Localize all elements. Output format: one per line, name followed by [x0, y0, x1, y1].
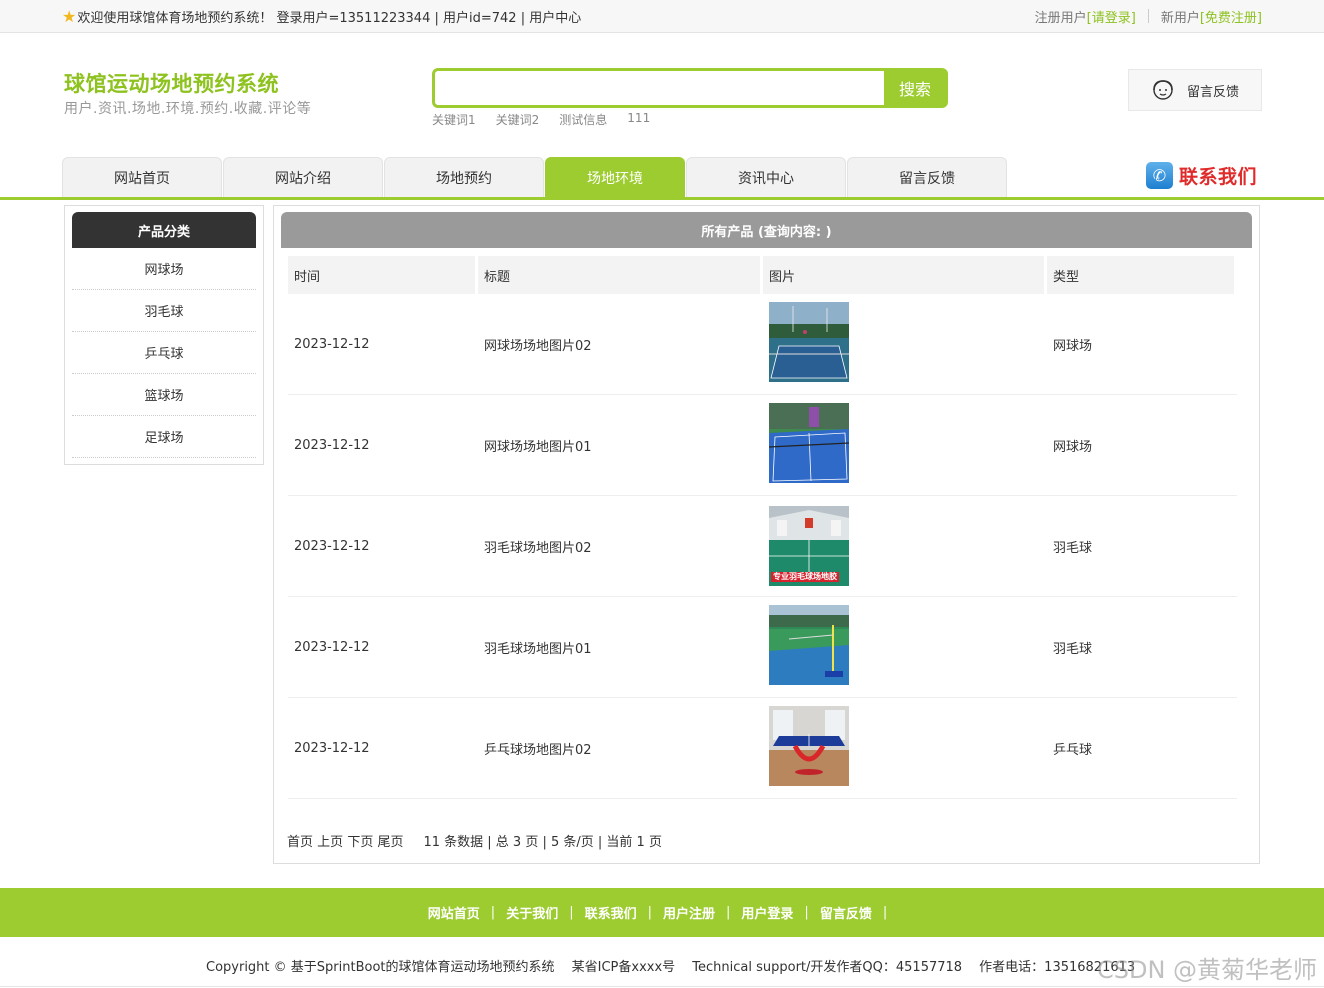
row-title-link[interactable]: 网球场场地图片01 [478, 436, 760, 455]
search-button[interactable]: 搜索 [884, 70, 946, 106]
row-title-link[interactable]: 网球场场地图片02 [478, 335, 760, 354]
sidebar-item-tennis[interactable]: 网球场 [72, 248, 256, 290]
footer-link-home[interactable]: 网站首页 [428, 903, 480, 922]
column-header-time: 时间 [288, 256, 475, 294]
watermark: CSDN @黄菊华老师 [1097, 956, 1318, 984]
nav-tab-about[interactable]: 网站介绍 [223, 157, 383, 197]
main-nav: 网站首页 网站介绍 场地预约 场地环境 资讯中心 留言反馈 [62, 157, 1008, 197]
login-link[interactable]: [请登录] [1087, 7, 1136, 26]
sidebar-item-badminton[interactable]: 羽毛球 [72, 290, 256, 332]
feedback-label: 留言反馈 [1187, 84, 1240, 100]
phone-icon: ✆ [1146, 162, 1173, 189]
row-time: 2023-12-12 [294, 740, 370, 756]
panel-title: 所有产品 (查询内容: ) [281, 212, 1252, 248]
customer-service-icon [1153, 80, 1173, 100]
search-box: 搜索 [432, 68, 948, 108]
footer-link-about[interactable]: 关于我们 [506, 903, 558, 922]
badminton-outdoor-image[interactable] [769, 605, 849, 685]
keyword-link[interactable]: 关键词2 [496, 111, 540, 128]
table-row: 2023-12-12 羽毛球场地图片02 专业羽毛球场地胶 羽毛球 [288, 496, 1237, 597]
row-type: 羽毛球 [1053, 540, 1093, 556]
badminton-hall-image[interactable]: 专业羽毛球场地胶 [769, 506, 849, 586]
footer-link-register[interactable]: 用户注册 [663, 903, 715, 922]
hot-keywords: 关键词1 关键词2 测试信息 111 [432, 111, 650, 128]
column-header-type: 类型 [1047, 256, 1234, 294]
footer-nav: 网站首页 | 关于我们 | 联系我们 | 用户注册 | 用户登录 | 留言反馈 | [0, 888, 1324, 937]
table-header: 时间 标题 图片 类型 [288, 256, 1237, 294]
row-title-link[interactable]: 羽毛球场地图片02 [478, 537, 760, 556]
tennis-court-night-image[interactable] [769, 302, 849, 382]
row-type: 乒乓球 [1053, 742, 1093, 758]
image-caption: 专业羽毛球场地胶 [771, 572, 839, 582]
row-title-link[interactable]: 乒乓球场地图片02 [478, 739, 760, 758]
row-time: 2023-12-12 [294, 336, 370, 352]
nav-tab-news[interactable]: 资讯中心 [686, 157, 846, 197]
contact-us-label: 联系我们 [1179, 166, 1258, 188]
table-row: 2023-12-12 羽毛球场地图片01 羽毛球 [288, 597, 1237, 698]
product-panel: 所有产品 (查询内容: ) 时间 标题 图片 类型 2023-12-12 网球场… [273, 205, 1260, 864]
sidebar-item-basketball[interactable]: 篮球场 [72, 374, 256, 416]
welcome-area: ★ 欢迎使用球馆体育场地预约系统！ 登录用户=13511223344 | 用户i… [62, 7, 581, 26]
row-type: 网球场 [1053, 439, 1093, 455]
footer-link-feedback[interactable]: 留言反馈 [820, 903, 872, 922]
next-page-link[interactable]: 下页 [347, 835, 373, 850]
register-link[interactable]: [免费注册] [1200, 7, 1262, 26]
keyword-link[interactable]: 111 [627, 111, 650, 128]
divider [1147, 9, 1149, 23]
nav-underline [0, 197, 1324, 200]
feedback-button[interactable]: 留言反馈 [1128, 69, 1262, 111]
row-type: 羽毛球 [1053, 641, 1093, 657]
row-time: 2023-12-12 [294, 437, 370, 453]
keyword-link[interactable]: 测试信息 [559, 111, 607, 128]
pagination: 首页 上页 下页 尾页 11 条数据 | 总 3 页 | 5 条/页 | 当前 … [287, 831, 662, 850]
search-input[interactable] [435, 71, 887, 105]
table-row: 2023-12-12 乒乓球场地图片02 乒乓球 [288, 698, 1237, 799]
nav-tab-feedback[interactable]: 留言反馈 [847, 157, 1007, 197]
row-title-link[interactable]: 羽毛球场地图片01 [478, 638, 760, 657]
column-header-image: 图片 [763, 256, 1044, 294]
contact-us-link[interactable]: ✆ 联系我们 [1146, 162, 1257, 189]
reg-user-label: 注册用户 [1034, 11, 1087, 26]
site-title[interactable]: 球馆运动场地预约系统 [64, 68, 279, 98]
nav-tab-home[interactable]: 网站首页 [62, 157, 222, 197]
pagination-info: 11 条数据 | 总 3 页 | 5 条/页 | 当前 1 页 [423, 835, 662, 850]
account-links: 注册用户 [请登录] 新用户 [免费注册] [1035, 7, 1262, 26]
category-sidebar: 产品分类 网球场 羽毛球 乒乓球 篮球场 足球场 [64, 205, 264, 465]
footer-link-login[interactable]: 用户登录 [741, 903, 793, 922]
prev-page-link[interactable]: 上页 [317, 835, 343, 850]
tennis-court-blue-image[interactable] [768, 403, 850, 483]
welcome-text: 欢迎使用球馆体育场地预约系统！ 登录用户=13511223344 | 用户id=… [77, 11, 582, 26]
bottom-divider [0, 986, 1324, 987]
keyword-link[interactable]: 关键词1 [432, 111, 476, 128]
last-page-link[interactable]: 尾页 [377, 835, 403, 850]
row-time: 2023-12-12 [294, 538, 370, 554]
sidebar-item-football[interactable]: 足球场 [72, 416, 256, 458]
table-row: 2023-12-12 网球场场地图片02 网球场 [288, 294, 1237, 395]
copyright-text: Copyright © 基于SprintBoot的球馆体育运动场地预约系统 某省… [206, 960, 1136, 975]
new-user-label: 新用户 [1160, 11, 1200, 26]
footer-link-contact[interactable]: 联系我们 [585, 903, 637, 922]
column-header-title: 标题 [478, 256, 760, 294]
row-time: 2023-12-12 [294, 639, 370, 655]
site-subtitle: 用户.资讯.场地.环境.预约.收藏.评论等 [64, 101, 312, 117]
top-bar: ★ 欢迎使用球馆体育场地预约系统！ 登录用户=13511223344 | 用户i… [0, 0, 1324, 33]
nav-tab-booking[interactable]: 场地预约 [384, 157, 544, 197]
sidebar-title: 产品分类 [72, 212, 256, 248]
sidebar-item-pingpong[interactable]: 乒乓球 [72, 332, 256, 374]
ping-pong-table-image[interactable] [769, 706, 849, 786]
table-row: 2023-12-12 网球场场地图片01 网球场 [288, 395, 1237, 496]
row-type: 网球场 [1053, 338, 1093, 354]
star-icon: ★ [62, 6, 77, 26]
product-table: 时间 标题 图片 类型 2023-12-12 网球场场地图片02 网球场 202… [288, 256, 1237, 799]
nav-tab-venue-environment[interactable]: 场地环境 [545, 157, 685, 197]
first-page-link[interactable]: 首页 [287, 835, 313, 850]
